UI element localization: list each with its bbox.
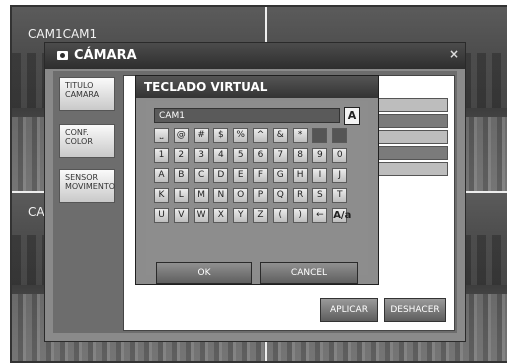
camera-name-field[interactable]	[376, 162, 448, 176]
key-A[interactable]: A	[154, 168, 169, 183]
sidebar-item-color-config[interactable]: CONF. COLOR	[59, 124, 115, 158]
window-titlebar: CÁMARA ×	[45, 43, 465, 69]
key-X[interactable]: X	[213, 208, 229, 223]
key-)[interactable]: )	[292, 208, 308, 223]
virtual-keyboard-dialog: TECLADO VIRTUAL CAM1 A ⎵ @ # $% ^ & * 1 2 3 4 5 6 7 8 9…	[135, 75, 379, 285]
cancel-button[interactable]: CANCEL	[260, 262, 358, 284]
close-icon[interactable]: ×	[449, 47, 459, 61]
key-9[interactable]: 9	[312, 148, 328, 163]
key-^[interactable]: ^	[253, 128, 268, 143]
key-P[interactable]: P	[253, 188, 268, 203]
key-8[interactable]: 8	[292, 148, 308, 163]
key-J[interactable]: J	[332, 168, 348, 183]
key-I[interactable]: I	[312, 168, 328, 183]
camera-name-field[interactable]	[376, 130, 448, 144]
key-Q[interactable]: Q	[272, 188, 288, 203]
sidebar-label: MOVIMENTO	[65, 182, 116, 191]
key-6[interactable]: 6	[253, 148, 268, 163]
key-0[interactable]: 0	[332, 148, 348, 163]
sidebar-label: TITULO	[65, 81, 94, 90]
key-B[interactable]: B	[173, 168, 189, 183]
key-W[interactable]: W	[193, 208, 209, 223]
key-*[interactable]: *	[292, 128, 308, 143]
key-4[interactable]: 4	[213, 148, 229, 163]
camera-name-field[interactable]	[376, 98, 448, 112]
sidebar-label: CONF.	[65, 128, 89, 137]
key-Z[interactable]: Z	[253, 208, 268, 223]
key-7[interactable]: 7	[272, 148, 288, 163]
undo-button[interactable]: DESHACER	[384, 298, 446, 322]
key-E[interactable]: E	[233, 168, 249, 183]
camera-title-overlay-3: CA	[28, 205, 45, 219]
key-5[interactable]: 5	[233, 148, 249, 163]
key-&[interactable]: &	[272, 128, 288, 143]
key-D[interactable]: D	[213, 168, 229, 183]
sidebar-label: COLOR	[65, 137, 93, 146]
key-Y[interactable]: Y	[233, 208, 249, 223]
blank-key	[312, 128, 328, 143]
ok-button[interactable]: OK	[156, 262, 252, 284]
keyboard-panel: CAM1 A ⎵ @ # $% ^ & * 1 2 3 4 5 6 7 8 9 0 A B C D E F G H I J K L M N O…	[146, 101, 368, 284]
key-([interactable]: (	[272, 208, 288, 223]
key-F[interactable]: F	[253, 168, 268, 183]
key-O[interactable]: O	[233, 188, 249, 203]
key-L[interactable]: L	[173, 188, 189, 203]
key-#[interactable]: #	[193, 128, 209, 143]
keyboard-text-input[interactable]: CAM1	[154, 108, 340, 123]
dialog-titlebar: TECLADO VIRTUAL	[136, 76, 378, 98]
sidebar-label: SENSOR	[65, 173, 99, 182]
key-C[interactable]: C	[193, 168, 209, 183]
sidebar-label: CAMARA	[65, 90, 100, 99]
backspace-key[interactable]: ←	[312, 208, 328, 223]
key-M[interactable]: M	[193, 188, 209, 203]
blank-key	[332, 128, 348, 143]
camera-name-field[interactable]	[376, 114, 448, 128]
key-S[interactable]: S	[312, 188, 328, 203]
key-U[interactable]: U	[154, 208, 169, 223]
camera-icon	[57, 51, 68, 60]
sidebar-item-motion-sensor[interactable]: SENSOR MOVIMENTO	[59, 169, 115, 203]
camera-name-field[interactable]	[376, 146, 448, 160]
key-T[interactable]: T	[332, 188, 348, 203]
sidebar-item-camera-title[interactable]: TITULO CAMARA	[59, 77, 115, 111]
key-H[interactable]: H	[292, 168, 308, 183]
window-title: CÁMARA	[74, 48, 137, 63]
key-V[interactable]: V	[173, 208, 189, 223]
apply-button[interactable]: APLICAR	[320, 298, 378, 322]
key-2[interactable]: 2	[173, 148, 189, 163]
key-R[interactable]: R	[292, 188, 308, 203]
key-N[interactable]: N	[213, 188, 229, 203]
key-1[interactable]: 1	[154, 148, 169, 163]
key-%[interactable]: %	[233, 128, 249, 143]
key-3[interactable]: 3	[193, 148, 209, 163]
space-key[interactable]: ⎵	[154, 128, 169, 143]
shift-key[interactable]: A/a	[332, 208, 351, 223]
key-K[interactable]: K	[154, 188, 169, 203]
camera-title-overlay: CAM1CAM1	[28, 27, 98, 41]
key-G[interactable]: G	[272, 168, 288, 183]
caps-indicator[interactable]: A	[344, 107, 360, 125]
dialog-title: TECLADO VIRTUAL	[144, 80, 268, 94]
key-@[interactable]: @	[173, 128, 189, 143]
key-$[interactable]: $	[213, 128, 229, 143]
